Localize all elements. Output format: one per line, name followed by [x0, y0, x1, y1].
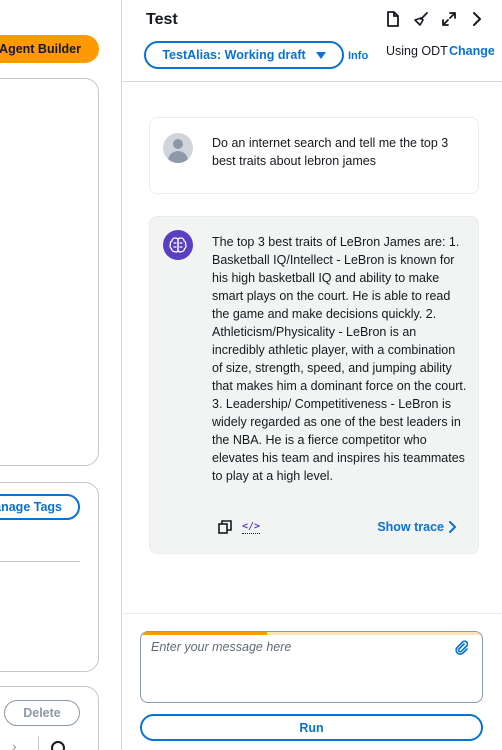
- header-toolbar: [384, 10, 486, 28]
- progress-fill: [141, 632, 268, 635]
- show-trace-label: Show trace: [377, 520, 444, 534]
- run-button[interactable]: Run: [140, 714, 483, 741]
- caret-down-icon: [315, 51, 326, 59]
- chat-history: Do an internet search and tell me the to…: [122, 83, 502, 613]
- manage-tags-button[interactable]: anage Tags: [0, 494, 80, 520]
- divider: [38, 736, 39, 750]
- show-trace-link[interactable]: Show trace: [377, 520, 456, 534]
- info-link[interactable]: Info: [348, 50, 368, 62]
- delete-button[interactable]: Delete: [4, 700, 80, 726]
- document-icon[interactable]: [384, 10, 402, 28]
- chevron-right-icon: [449, 521, 456, 533]
- code-icon[interactable]: </>: [242, 521, 261, 534]
- user-message-text: Do an internet search and tell me the to…: [212, 136, 449, 168]
- panel-title: Test: [146, 11, 178, 28]
- user-message: Do an internet search and tell me the to…: [149, 117, 479, 194]
- settings-icon[interactable]: [51, 741, 65, 750]
- agent-builder-panel: Agent Builder anage Tags Delete ›: [0, 0, 121, 750]
- test-panel-header: Test TestAlias: Working draft Info Using…: [122, 0, 502, 82]
- chevron-right-icon[interactable]: [468, 10, 486, 28]
- message-composer: [140, 631, 483, 703]
- copy-icon[interactable]: [218, 520, 232, 534]
- agent-message: The top 3 best traits of LeBron James ar…: [149, 216, 479, 554]
- broom-icon[interactable]: [412, 10, 430, 28]
- chevron-right-icon[interactable]: ›: [12, 738, 17, 750]
- paperclip-icon[interactable]: [454, 640, 470, 656]
- agent-message-text: The top 3 best traits of LeBron James ar…: [212, 235, 467, 483]
- agent-builder-button[interactable]: Agent Builder: [0, 35, 99, 63]
- user-avatar-icon: [163, 133, 193, 163]
- divider: [0, 561, 80, 562]
- alias-select-value: TestAlias: Working draft: [162, 48, 306, 62]
- message-input[interactable]: [151, 640, 441, 654]
- alias-select[interactable]: TestAlias: Working draft: [144, 41, 344, 69]
- test-panel: Test TestAlias: Working draft Info Using…: [122, 0, 502, 750]
- message-actions: </>: [218, 520, 261, 534]
- change-odt-link[interactable]: Change: [449, 44, 495, 58]
- divider: [122, 613, 502, 614]
- input-progress-bar: [141, 632, 482, 635]
- expand-icon[interactable]: [440, 10, 458, 28]
- brain-icon: [163, 230, 193, 260]
- agent-details-card: [0, 78, 99, 466]
- odt-label: Using ODT: [386, 44, 448, 58]
